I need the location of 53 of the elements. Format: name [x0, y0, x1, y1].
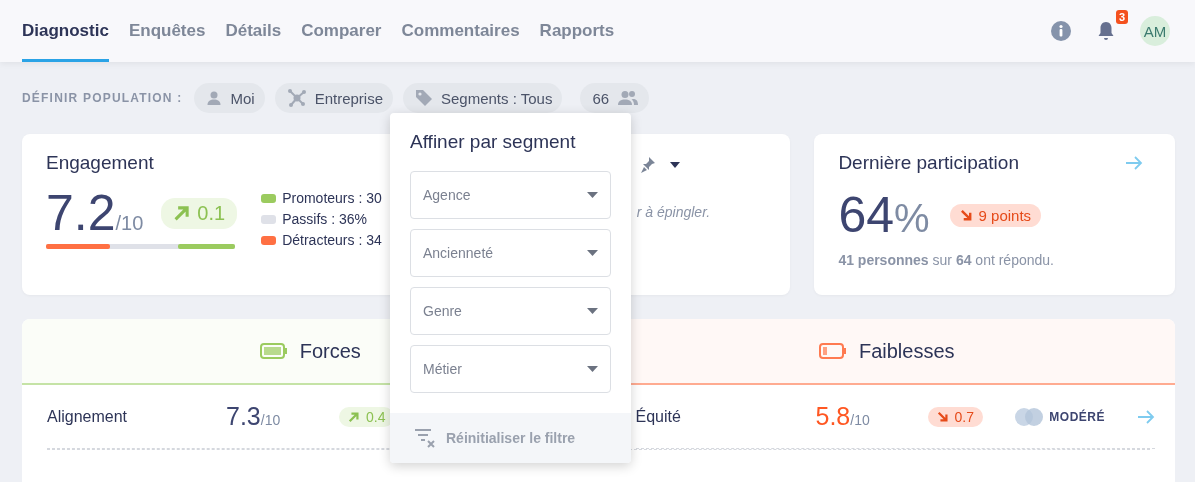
nav-tab[interactable]: Comparer	[301, 0, 382, 62]
card-title: Dernière participation	[838, 152, 1019, 174]
segment-dropdown[interactable]: Genre	[410, 287, 611, 335]
segment-dropdown[interactable]: Métier	[410, 345, 611, 393]
nav-tab[interactable]: Enquêtes	[128, 0, 206, 62]
participation-rate: 64%	[838, 190, 930, 240]
caret-icon	[587, 192, 598, 198]
population-chip[interactable]: Entreprise	[274, 83, 393, 113]
metric-name: Équité	[635, 407, 682, 426]
caret-icon[interactable]	[669, 162, 680, 168]
nav-tab[interactable]: Diagnostic	[22, 0, 109, 62]
nav-tab[interactable]: Détails	[225, 0, 282, 62]
engagement-score: 7.2/10	[46, 188, 144, 238]
legend-label: Détracteurs : 34	[282, 231, 382, 250]
people-icon	[617, 90, 640, 106]
card-title: Engagement	[46, 152, 155, 174]
segment-dropdown[interactable]: Ancienneté	[410, 229, 611, 277]
metric-score: 5.8/10	[815, 402, 871, 431]
population-chip[interactable]: 66	[580, 83, 650, 113]
legend-label: Passifs : 36%	[282, 210, 367, 229]
trend-badge: 0.1	[161, 197, 238, 229]
population-chip[interactable]: Moi	[194, 83, 265, 113]
caret-icon	[587, 250, 598, 256]
population-label: DÉFINIR POPULATION :	[22, 91, 183, 105]
panel-title: Faiblesses	[858, 339, 955, 363]
legend-label: Promoteurs : 30	[282, 189, 382, 208]
info-icon[interactable]	[1050, 20, 1072, 42]
confidence-label: MODÉRÉ	[1049, 409, 1105, 424]
pin-icon[interactable]	[639, 156, 656, 174]
population-chip[interactable]: Segments : Tous	[403, 83, 563, 113]
full-battery-icon	[259, 343, 288, 359]
trend-badge: 9 points	[949, 203, 1042, 227]
segment-dropdown[interactable]: Agence	[410, 171, 611, 219]
nav-tab[interactable]: Rapports	[539, 0, 615, 62]
clear-filter-icon	[414, 428, 436, 448]
panel-title: Forces	[299, 339, 361, 363]
caret-icon	[587, 308, 598, 314]
popup-title: Affiner par segment	[410, 131, 577, 153]
overlap-circles-icon	[1013, 406, 1046, 427]
caret-icon	[587, 366, 598, 372]
metric-name: Alignement	[47, 407, 129, 426]
notification-bell-icon[interactable]	[1096, 20, 1116, 42]
trend-badge: 0.7	[927, 406, 983, 427]
network-icon	[286, 88, 307, 108]
tag-icon	[415, 89, 433, 107]
low-battery-icon	[818, 343, 847, 359]
participation-summary: 41 personnes sur 64 ont répondu.	[838, 252, 1055, 268]
nav-tab[interactable]: Commentaires	[401, 0, 520, 62]
user-avatar[interactable]: AM	[1140, 16, 1170, 46]
person-icon	[206, 90, 223, 106]
metric-score: 7.3/10	[226, 402, 282, 431]
pin-hint: r à épingler.	[636, 204, 712, 220]
notification-badge: 3	[1115, 10, 1128, 24]
